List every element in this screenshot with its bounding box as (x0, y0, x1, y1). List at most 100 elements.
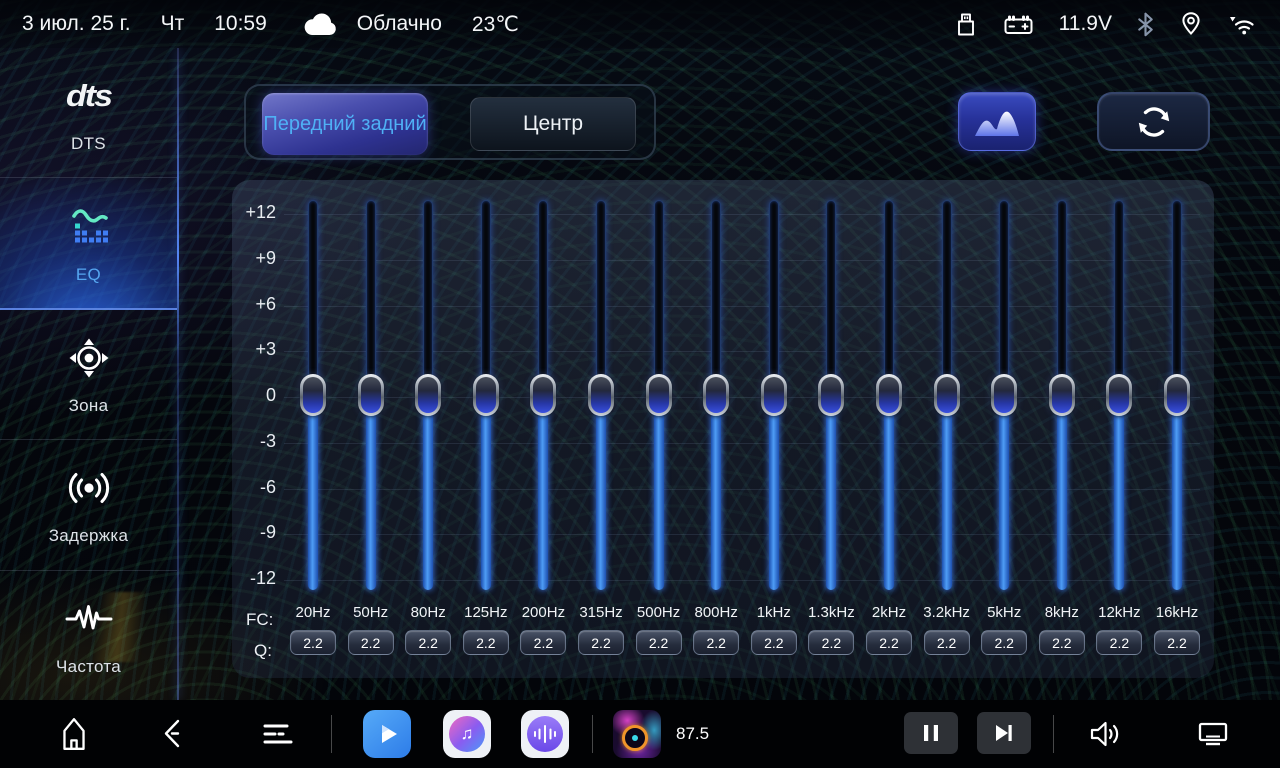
voice-app-icon (521, 710, 569, 758)
eq-slider-fill (481, 395, 491, 590)
eq-band-q-button[interactable]: 2.2 (520, 630, 566, 655)
app-video-player[interactable] (363, 710, 411, 758)
eq-band-q-button[interactable]: 2.2 (981, 630, 1027, 655)
status-date: 3 июл. 25 г. (22, 12, 131, 36)
bottom-nav-bar: ♫ 87.5 (0, 700, 1280, 768)
eq-band-freq-label: 500Hz (631, 604, 687, 621)
eq-slider-thumb[interactable] (1164, 374, 1190, 416)
menu-button[interactable] (259, 719, 295, 749)
sidebar-item-frequency[interactable]: Частота (0, 571, 177, 700)
radio-app-icon (613, 710, 661, 758)
eq-slider-fill (596, 395, 606, 590)
eq-slider-thumb[interactable] (473, 374, 499, 416)
volume-icon (1088, 719, 1124, 749)
eq-band-q-button[interactable]: 2.2 (578, 630, 624, 655)
eq-slider-thumb[interactable] (876, 374, 902, 416)
eq-band-q-button[interactable]: 2.2 (751, 630, 797, 655)
eq-scale-label: -12 (232, 568, 276, 589)
radio-frequency: 87.5 (676, 724, 709, 744)
app-music[interactable]: ♫ (443, 710, 491, 758)
bottom-bar-divider (592, 715, 593, 753)
bottom-bar-divider (1053, 715, 1054, 753)
eq-scale-label: +6 (232, 294, 276, 315)
eq-band-q-button[interactable]: 2.2 (290, 630, 336, 655)
eq-slider-thumb[interactable] (1106, 374, 1132, 416)
sidebar-item-delay[interactable]: Задержка (0, 440, 177, 570)
eq-slider-thumb[interactable] (991, 374, 1017, 416)
status-temperature: 23℃ (472, 12, 519, 37)
eq-band-freq-label: 80Hz (400, 604, 456, 621)
eq-slider-fill (538, 395, 548, 590)
eq-slider-thumb[interactable] (530, 374, 556, 416)
tab-front-rear[interactable]: Передний задний (262, 93, 428, 155)
eq-slider-fill (654, 395, 664, 590)
waveform-icon (532, 723, 558, 745)
eq-band-q-button[interactable]: 2.2 (924, 630, 970, 655)
next-track-button[interactable] (977, 712, 1031, 754)
eq-band-2kHz: 2kHz2.2 (861, 180, 917, 678)
eq-band-125Hz: 125Hz2.2 (458, 180, 514, 678)
app-voice[interactable] (521, 710, 569, 758)
eq-band-q-button[interactable]: 2.2 (463, 630, 509, 655)
eq-slider-thumb[interactable] (646, 374, 672, 416)
status-weather: Облачно (357, 12, 442, 36)
bottom-bar-divider (331, 715, 332, 753)
eq-slider-thumb[interactable] (358, 374, 384, 416)
eq-slider-thumb[interactable] (703, 374, 729, 416)
sidebar-item-dts[interactable]: dts DTS (0, 48, 177, 178)
volume-button[interactable] (1088, 719, 1124, 749)
pause-icon (922, 723, 940, 743)
eq-band-1.3kHz: 1.3kHz 2.2 (803, 180, 859, 678)
eq-slider-thumb[interactable] (300, 374, 326, 416)
q-label: Q: (254, 641, 272, 661)
eq-band-q-button[interactable]: 2.2 (348, 630, 394, 655)
play-app-icon (363, 710, 411, 758)
eq-band-freq-label: 1.3kHz (803, 604, 859, 621)
zone-target-icon (66, 333, 112, 383)
eq-band-q-button[interactable]: 2.2 (808, 630, 854, 655)
sidebar-item-label: EQ (76, 265, 101, 285)
equalizer-bars-icon (67, 202, 111, 252)
refresh-icon (1136, 104, 1172, 140)
eq-band-q-button[interactable]: 2.2 (636, 630, 682, 655)
eq-slider-thumb[interactable] (1049, 374, 1075, 416)
screen-off-button[interactable] (1196, 720, 1230, 748)
eq-scale-label: +12 (232, 202, 276, 223)
pause-button[interactable] (904, 712, 958, 754)
eq-band-freq-label: 315Hz (573, 604, 629, 621)
eq-band-q-button[interactable]: 2.2 (1096, 630, 1142, 655)
car-battery-icon (1003, 12, 1034, 37)
delay-waves-icon (64, 463, 114, 513)
eq-slider-fill (1057, 395, 1067, 590)
eq-band-20Hz: 20Hz2.2 (285, 180, 341, 678)
eq-band-freq-label: 16kHz (1149, 604, 1205, 621)
eq-curve-button[interactable] (958, 92, 1036, 151)
eq-slider-thumb[interactable] (934, 374, 960, 416)
eq-slider-thumb[interactable] (761, 374, 787, 416)
eq-band-freq-label: 200Hz (515, 604, 571, 621)
eq-band-q-button[interactable]: 2.2 (866, 630, 912, 655)
eq-band-50Hz: 50Hz2.2 (343, 180, 399, 678)
eq-slider-fill (1114, 395, 1124, 590)
eq-band-q-button[interactable]: 2.2 (1039, 630, 1085, 655)
music-app-icon: ♫ (443, 710, 491, 758)
eq-scale-label: -3 (232, 431, 276, 452)
tab-center[interactable]: Центр (470, 97, 636, 151)
eq-band-q-button[interactable]: 2.2 (1154, 630, 1200, 655)
status-time: 10:59 (214, 12, 267, 36)
sidebar-item-eq[interactable]: EQ (0, 178, 177, 309)
eq-band-q-button[interactable]: 2.2 (405, 630, 451, 655)
eq-slider-thumb[interactable] (415, 374, 441, 416)
back-button[interactable] (157, 716, 187, 752)
reset-button[interactable] (1097, 92, 1210, 151)
eq-band-12kHz: 12kHz2.2 (1091, 180, 1147, 678)
home-button[interactable] (57, 716, 91, 752)
app-radio[interactable] (613, 710, 661, 758)
eq-slider-fill (308, 395, 318, 590)
eq-slider-fill (942, 395, 952, 590)
eq-slider-thumb[interactable] (588, 374, 614, 416)
sidebar-item-zone[interactable]: Зона (0, 310, 177, 440)
eq-slider-thumb[interactable] (818, 374, 844, 416)
eq-band-q-button[interactable]: 2.2 (693, 630, 739, 655)
eq-scale-label: +3 (232, 339, 276, 360)
